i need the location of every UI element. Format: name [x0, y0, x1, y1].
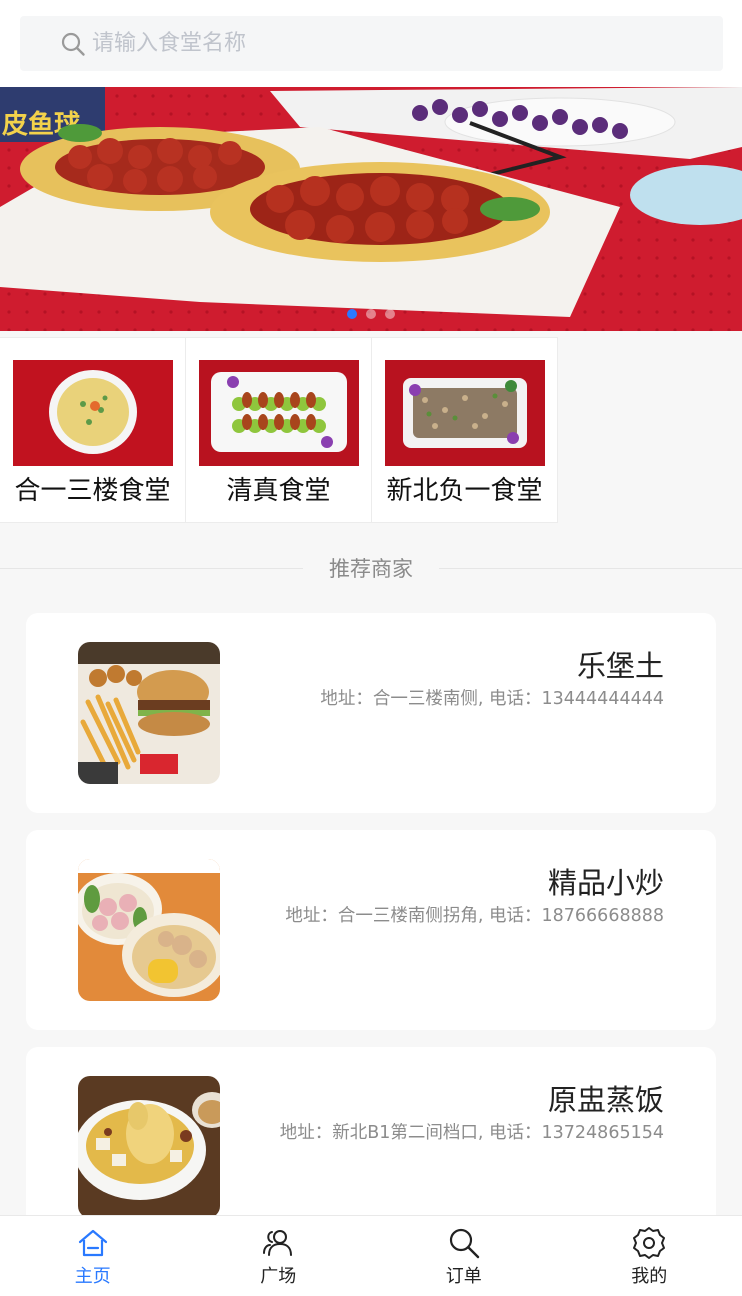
carousel-dot[interactable]: [347, 309, 357, 319]
carousel-dot[interactable]: [366, 309, 376, 319]
merchant-name: 精品小炒: [547, 866, 664, 900]
canteen-card[interactable]: 新北负一食堂: [372, 337, 558, 523]
canteen-name: 合一三楼食堂: [14, 476, 171, 506]
search-box[interactable]: [20, 16, 723, 71]
tab-label: 主页: [74, 1266, 111, 1287]
users-icon: [263, 1230, 293, 1256]
tab-label: 我的: [631, 1266, 668, 1287]
canteen-list: 合一三楼食堂 清真食堂 新北负一食堂: [0, 337, 742, 523]
canteen-photo: [198, 360, 359, 466]
merchant-info: 地址：合一三楼南侧拐角, 电话：18766668888: [285, 906, 664, 926]
merchant-name: 乐堡土: [576, 649, 664, 683]
search-input[interactable]: [92, 31, 652, 56]
section-title: 推荐商家: [329, 557, 413, 581]
tab-mine[interactable]: 我的: [557, 1216, 742, 1296]
carousel-indicators: [0, 309, 742, 319]
merchant-photo: [78, 859, 220, 1001]
merchant-name: 原盅蒸饭: [547, 1083, 664, 1117]
merchant-photo: [78, 642, 220, 784]
merchant-card[interactable]: 乐堡土 地址：合一三楼南侧, 电话：13444444444: [26, 613, 716, 813]
tab-label: 广场: [260, 1266, 297, 1287]
canteen-name: 清真食堂: [226, 476, 331, 506]
app-page: 皮鱼球: [0, 0, 742, 1296]
tab-orders[interactable]: 订单: [371, 1216, 557, 1296]
merchant-photo: [78, 1076, 220, 1218]
canteen-card[interactable]: 合一三楼食堂: [0, 337, 186, 523]
canteen-card[interactable]: 清真食堂: [186, 337, 372, 523]
tab-home[interactable]: 主页: [0, 1216, 186, 1296]
carousel-dot[interactable]: [385, 309, 395, 319]
search-icon: [449, 1228, 479, 1259]
gear-icon: [633, 1227, 666, 1259]
merchant-card[interactable]: 精品小炒 地址：合一三楼南侧拐角, 电话：18766668888: [26, 830, 716, 1030]
tab-label: 订单: [445, 1266, 482, 1287]
divider-line: [439, 567, 742, 569]
canteen-photo: [384, 360, 545, 466]
search-bar: [0, 0, 742, 87]
tab-square[interactable]: 广场: [186, 1216, 372, 1296]
merchant-info: 地址：合一三楼南侧, 电话：13444444444: [320, 689, 664, 709]
canteen-photo: [12, 360, 173, 466]
divider-line: [0, 567, 303, 569]
search-icon: [61, 32, 85, 56]
bottom-tab-bar: 主页 广场 订单 我的: [0, 1215, 742, 1296]
banner-image: 皮鱼球: [0, 87, 742, 331]
section-divider: 推荐商家: [0, 545, 742, 591]
home-icon: [78, 1229, 107, 1257]
canteen-name: 新北负一食堂: [386, 476, 543, 506]
merchant-info: 地址：新北B1第二间档口, 电话：13724865154: [279, 1123, 664, 1143]
banner-carousel[interactable]: 皮鱼球: [0, 87, 742, 331]
